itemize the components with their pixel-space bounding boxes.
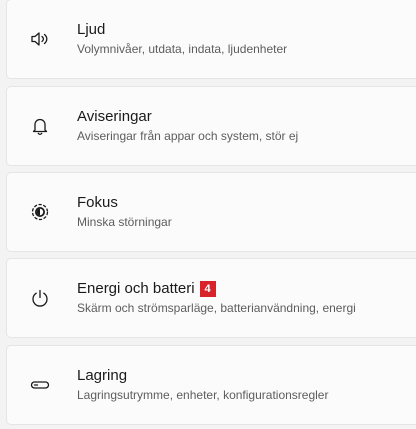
settings-item-title: Fokus xyxy=(77,194,118,211)
focus-icon xyxy=(29,201,51,223)
settings-item-subtitle: Volymnivåer, utdata, indata, ljudenheter xyxy=(77,42,288,56)
settings-item-title-text: Energi och batteri xyxy=(77,280,195,297)
settings-item-focus[interactable]: Fokus Minska störningar xyxy=(6,172,416,252)
settings-item-title: Lagring xyxy=(77,367,128,384)
settings-item-subtitle: Minska störningar xyxy=(77,215,172,229)
step-badge: 4 xyxy=(199,281,216,297)
settings-item-storage[interactable]: Lagring Lagringsutrymme, enheter, konfig… xyxy=(6,345,416,425)
settings-item-notifications[interactable]: Aviseringar Aviseringar från appar och s… xyxy=(6,86,416,166)
power-icon xyxy=(29,287,51,309)
storage-icon xyxy=(29,374,51,396)
settings-item-sound[interactable]: Ljud Volymnivåer, utdata, indata, ljuden… xyxy=(6,0,416,79)
settings-item-title: Energi och batteri 4 xyxy=(77,279,356,299)
settings-item-subtitle: Skärm och strömsparläge, batterianvändni… xyxy=(77,301,356,315)
settings-list: Ljud Volymnivåer, utdata, indata, ljuden… xyxy=(0,0,416,429)
speaker-icon xyxy=(29,28,51,50)
settings-item-subtitle: Lagringsutrymme, enheter, konfigurations… xyxy=(77,388,329,402)
settings-item-title: Aviseringar xyxy=(77,108,152,125)
settings-item-subtitle: Aviseringar från appar och system, stör … xyxy=(77,129,299,143)
settings-item-power-battery[interactable]: Energi och batteri 4 Skärm och strömspar… xyxy=(6,258,416,338)
settings-item-title: Ljud xyxy=(77,21,106,38)
bell-icon xyxy=(29,115,51,137)
